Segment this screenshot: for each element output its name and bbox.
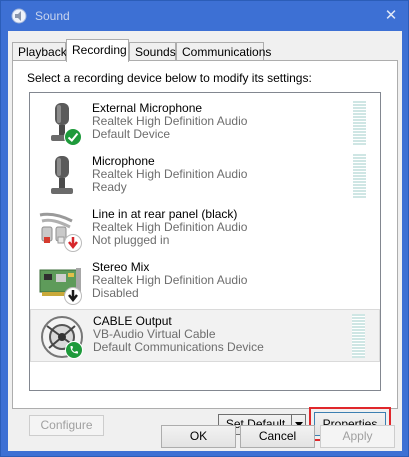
- tab-communications[interactable]: Communications: [176, 42, 271, 61]
- level-meter: [353, 154, 366, 198]
- close-icon[interactable]: ✕: [382, 7, 400, 25]
- cancel-button[interactable]: Cancel: [240, 425, 315, 448]
- level-meter: [352, 314, 365, 358]
- device-text: Stereo Mix Realtek High Definition Audio…: [92, 261, 247, 300]
- title-bar[interactable]: Sound ✕: [1, 1, 408, 31]
- tab-recording[interactable]: Recording: [66, 39, 129, 62]
- sound-dialog: Sound ✕ Playback Recording Sounds Commun…: [0, 0, 409, 457]
- tab-sounds[interactable]: Sounds: [129, 42, 176, 61]
- device-status: Disabled: [92, 286, 139, 300]
- device-item-stereo-mix[interactable]: Stereo Mix Realtek High Definition Audio…: [30, 256, 380, 309]
- device-item-cable-output[interactable]: CABLE Output VB-Audio Virtual Cable Defa…: [30, 309, 380, 362]
- communications-phone-icon: [65, 341, 83, 359]
- recording-panel: Select a recording device below to modif…: [12, 60, 398, 441]
- configure-button[interactable]: Configure: [29, 415, 104, 436]
- ok-button[interactable]: OK: [161, 425, 236, 448]
- level-meter: [353, 101, 366, 145]
- device-item-microphone[interactable]: Microphone Realtek High Definition Audio…: [30, 150, 380, 203]
- device-text: CABLE Output VB-Audio Virtual Cable Defa…: [93, 315, 264, 354]
- device-status: Default Device: [92, 127, 171, 141]
- device-status: Not plugged in: [92, 233, 170, 247]
- device-text: Line in at rear panel (black) Realtek Hi…: [92, 208, 247, 247]
- default-check-icon: [64, 128, 82, 146]
- dialog-client: Playback Recording Sounds Communications…: [8, 31, 402, 451]
- device-list[interactable]: External Microphone Realtek High Definit…: [29, 92, 381, 391]
- device-item-line-in[interactable]: Line in at rear panel (black) Realtek Hi…: [30, 203, 380, 256]
- speaker-icon: [11, 8, 27, 24]
- unplugged-arrow-icon: [64, 234, 82, 252]
- apply-button[interactable]: Apply: [320, 425, 395, 448]
- window-title: Sound: [35, 9, 70, 23]
- disabled-arrow-icon: [64, 287, 82, 305]
- tab-playback[interactable]: Playback: [12, 42, 67, 61]
- device-item-external-microphone[interactable]: External Microphone Realtek High Definit…: [30, 97, 380, 150]
- device-text: Microphone Realtek High Definition Audio…: [92, 155, 247, 194]
- device-text: External Microphone Realtek High Definit…: [92, 102, 247, 141]
- device-status: Ready: [92, 180, 127, 194]
- instruction-text: Select a recording device below to modif…: [27, 71, 312, 85]
- microphone-icon: [51, 156, 73, 194]
- device-status: Default Communications Device: [93, 340, 264, 354]
